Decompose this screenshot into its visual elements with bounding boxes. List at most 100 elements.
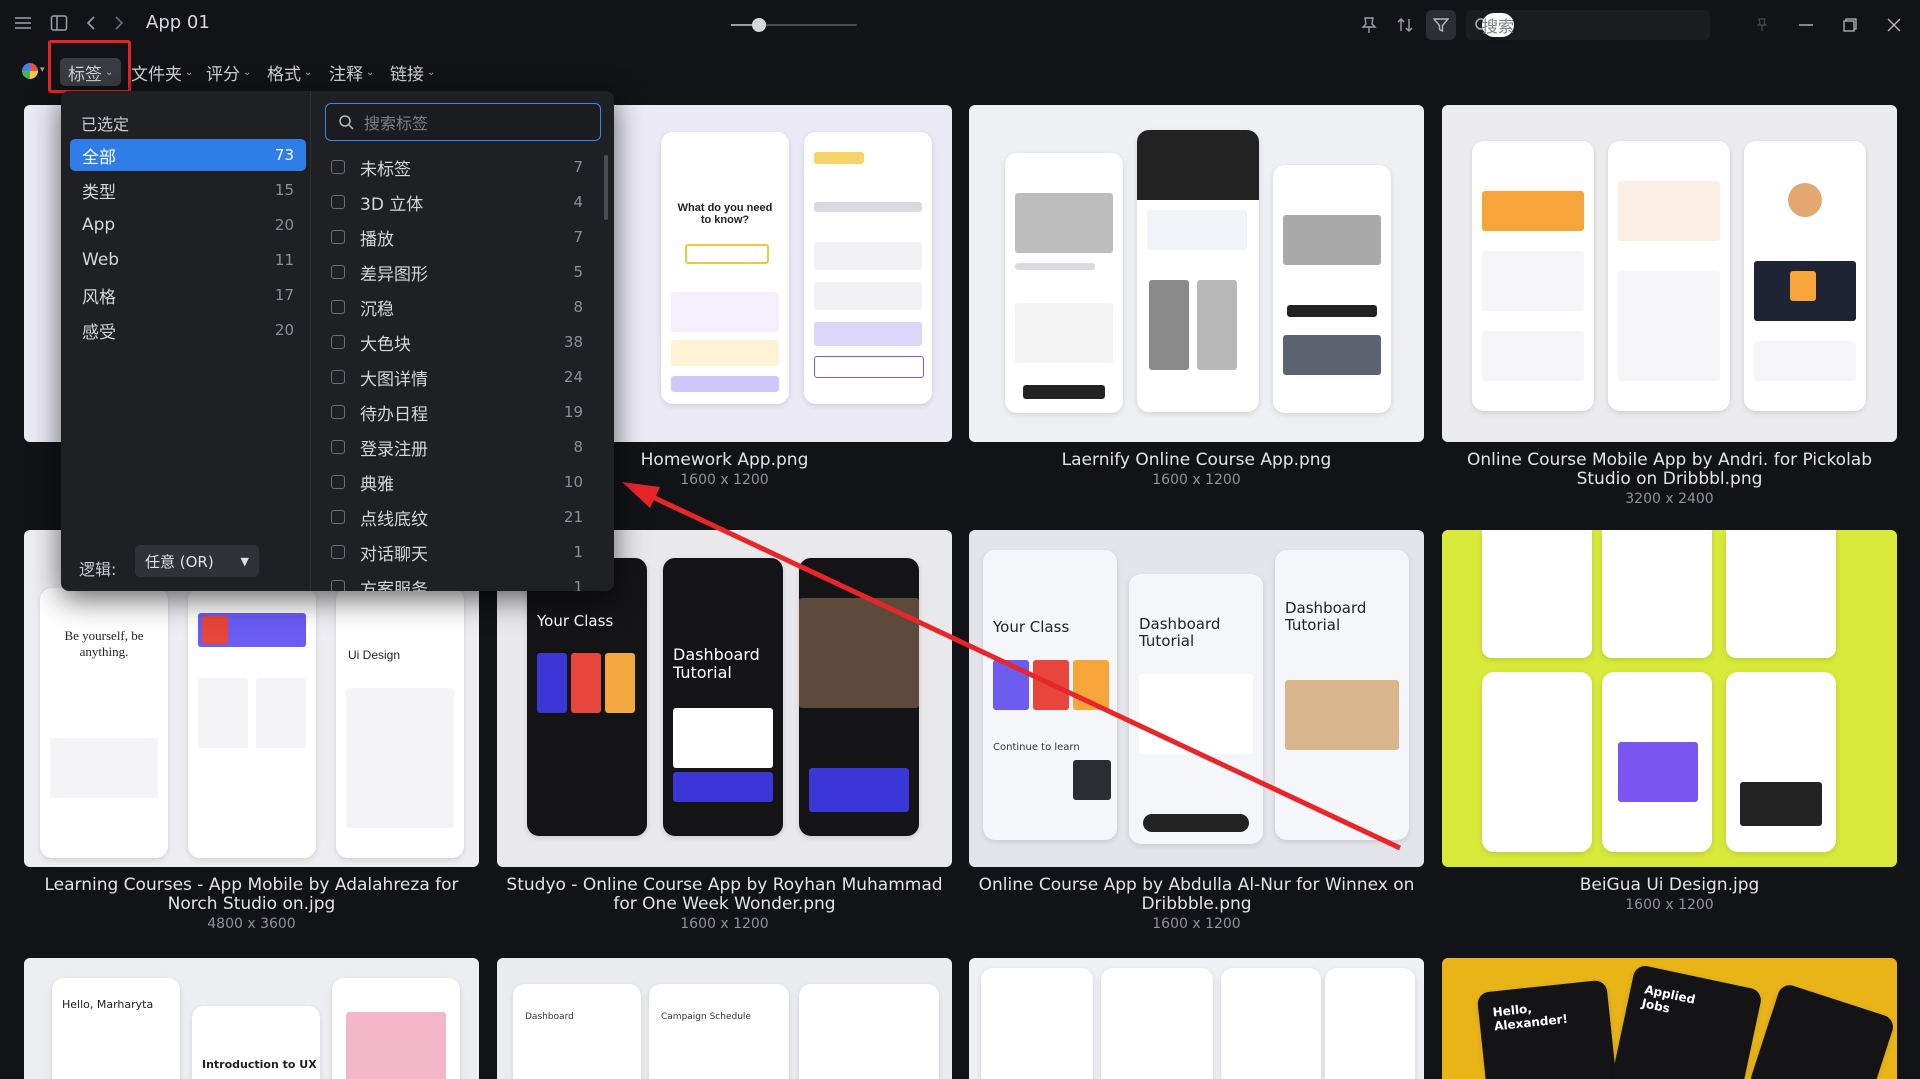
tag-checkbox[interactable] xyxy=(331,580,345,591)
phone-mockup xyxy=(332,978,460,1079)
phone-mockup xyxy=(1101,968,1213,1079)
tag-count: 24 xyxy=(563,368,583,386)
title-bar-right: ▾ 搜索 xyxy=(1354,0,1920,50)
thumb-shape xyxy=(814,202,922,212)
tag-checkbox[interactable] xyxy=(331,300,345,314)
zoom-slider[interactable] xyxy=(731,18,857,32)
logic-select[interactable]: 任意 (OR) ▼ xyxy=(135,545,259,577)
image-caption: BeiGua Ui Design.jpg xyxy=(1579,875,1760,895)
sidebar-toggle-icon[interactable] xyxy=(50,14,68,32)
tag-item[interactable]: 对话聊天 1 xyxy=(331,537,583,567)
phone-mockup: Be yourself, be anything. xyxy=(40,588,168,858)
image-dimensions: 3200 x 2400 xyxy=(1625,491,1714,507)
thumb-shape xyxy=(685,244,769,264)
tag-checkbox[interactable] xyxy=(331,230,345,244)
phone-mockup xyxy=(804,132,932,404)
phone-mockup: Dashboard xyxy=(513,984,641,1079)
back-icon[interactable] xyxy=(86,15,96,31)
category-type[interactable]: 类型 15 xyxy=(70,174,306,206)
avatar xyxy=(1788,183,1822,217)
pin-window-icon[interactable] xyxy=(1740,0,1784,50)
tag-item[interactable]: 差异图形 5 xyxy=(331,257,583,287)
category-count: 20 xyxy=(274,321,294,339)
tag-checkbox[interactable] xyxy=(331,195,345,209)
chevron-down-icon: ▾ xyxy=(40,65,45,75)
thumbnail[interactable]: Your Class Continue to learn Dashboard T… xyxy=(969,530,1424,867)
category-label: 风格 xyxy=(82,287,116,308)
tag-search-input[interactable]: 搜索标签 xyxy=(325,103,601,141)
image-caption: Studyo - Online Course App by Royhan Muh… xyxy=(506,875,943,914)
menu-icon[interactable] xyxy=(14,16,32,30)
thumbnail[interactable] xyxy=(1442,530,1897,867)
tag-count: 4 xyxy=(573,193,583,211)
zoom-slider-knob[interactable] xyxy=(751,18,766,32)
thumb-shape xyxy=(1285,680,1399,750)
filter-format[interactable]: 格式 ⌄ xyxy=(267,58,312,86)
phone-mockup: Ui Design xyxy=(336,588,464,858)
sort-icon[interactable] xyxy=(1390,10,1420,40)
tag-item[interactable]: 点线底纹 21 xyxy=(331,502,583,532)
thumbnail[interactable] xyxy=(969,958,1424,1079)
category-feel[interactable]: 感受 20 xyxy=(70,314,306,346)
tag-item[interactable]: 大色块 38 xyxy=(331,327,583,357)
filter-folder[interactable]: 文件夹 ⌄ xyxy=(131,58,193,86)
tag-checkbox[interactable] xyxy=(331,405,345,419)
thumb-shape xyxy=(605,653,635,713)
search-box[interactable]: ▾ 搜索 xyxy=(1466,10,1710,40)
tag-item[interactable]: 未标签 7 xyxy=(331,152,583,182)
thumb-shape xyxy=(1283,335,1381,375)
color-filter-icon[interactable] xyxy=(22,63,38,79)
thumb-shape xyxy=(1015,193,1113,253)
filter-rating[interactable]: 评分 ⌄ xyxy=(206,58,251,86)
tag-checkbox[interactable] xyxy=(331,440,345,454)
minimize-icon[interactable] xyxy=(1784,0,1828,50)
category-label: App xyxy=(82,215,116,235)
filter-link[interactable]: 链接 ⌄ xyxy=(390,58,435,86)
thumb-text: Campaign Schedule xyxy=(661,1012,751,1022)
tag-item[interactable]: 典雅 10 xyxy=(331,467,583,497)
restore-icon[interactable] xyxy=(1828,0,1872,50)
tag-checkbox[interactable] xyxy=(331,265,345,279)
thumb-shape xyxy=(256,678,306,748)
thumb-text: Dashboard Tutorial xyxy=(1285,599,1367,634)
tag-item[interactable]: 3D 立体 4 xyxy=(331,187,583,217)
tag-item[interactable]: 大图详情 24 xyxy=(331,362,583,392)
tag-item[interactable]: 沉稳 8 xyxy=(331,292,583,322)
tag-item[interactable]: 登录注册 8 xyxy=(331,432,583,462)
thumbnail[interactable]: Hello, Alexander! Applied Jobs xyxy=(1442,958,1897,1079)
tag-checkbox[interactable] xyxy=(331,160,345,174)
close-icon[interactable] xyxy=(1872,0,1916,50)
thumb-text: Dashboard xyxy=(525,1012,574,1022)
category-web[interactable]: Web 11 xyxy=(70,244,306,276)
tag-checkbox[interactable] xyxy=(331,370,345,384)
pin-icon[interactable] xyxy=(1354,10,1384,40)
tag-label: 播放 xyxy=(360,229,394,250)
tag-checkbox[interactable] xyxy=(331,475,345,489)
phone-mockup xyxy=(1726,530,1836,658)
thumbnail[interactable]: Dashboard Campaign Schedule xyxy=(497,958,952,1079)
forward-icon[interactable] xyxy=(114,15,124,31)
tag-item[interactable]: 播放 7 xyxy=(331,222,583,252)
tag-item[interactable]: 方案服务 1 xyxy=(331,572,583,591)
category-all[interactable]: 全部 73 xyxy=(70,139,306,171)
filter-icon[interactable] xyxy=(1426,10,1456,40)
phone-mockup xyxy=(799,558,919,836)
tag-checkbox[interactable] xyxy=(331,510,345,524)
tag-list-scrollbar[interactable] xyxy=(604,155,608,220)
phone-mockup xyxy=(981,968,1093,1079)
tag-checkbox[interactable] xyxy=(331,545,345,559)
thumb-shape xyxy=(1143,814,1249,832)
category-style[interactable]: 风格 17 xyxy=(70,279,306,311)
thumb-shape xyxy=(1073,660,1109,710)
tag-count: 10 xyxy=(563,473,583,491)
thumbnail[interactable] xyxy=(1442,105,1897,442)
thumb-shape xyxy=(814,242,922,270)
tag-checkbox[interactable] xyxy=(331,335,345,349)
tag-item[interactable]: 待办日程 19 xyxy=(331,397,583,427)
thumb-shape xyxy=(1149,280,1189,370)
category-app[interactable]: App 20 xyxy=(70,209,306,241)
thumbnail[interactable]: Hello, Marharyta Introduction to UX xyxy=(24,958,479,1079)
thumb-shape xyxy=(1033,660,1069,710)
thumbnail[interactable] xyxy=(969,105,1424,442)
filter-annotation[interactable]: 注释 ⌄ xyxy=(329,58,374,86)
